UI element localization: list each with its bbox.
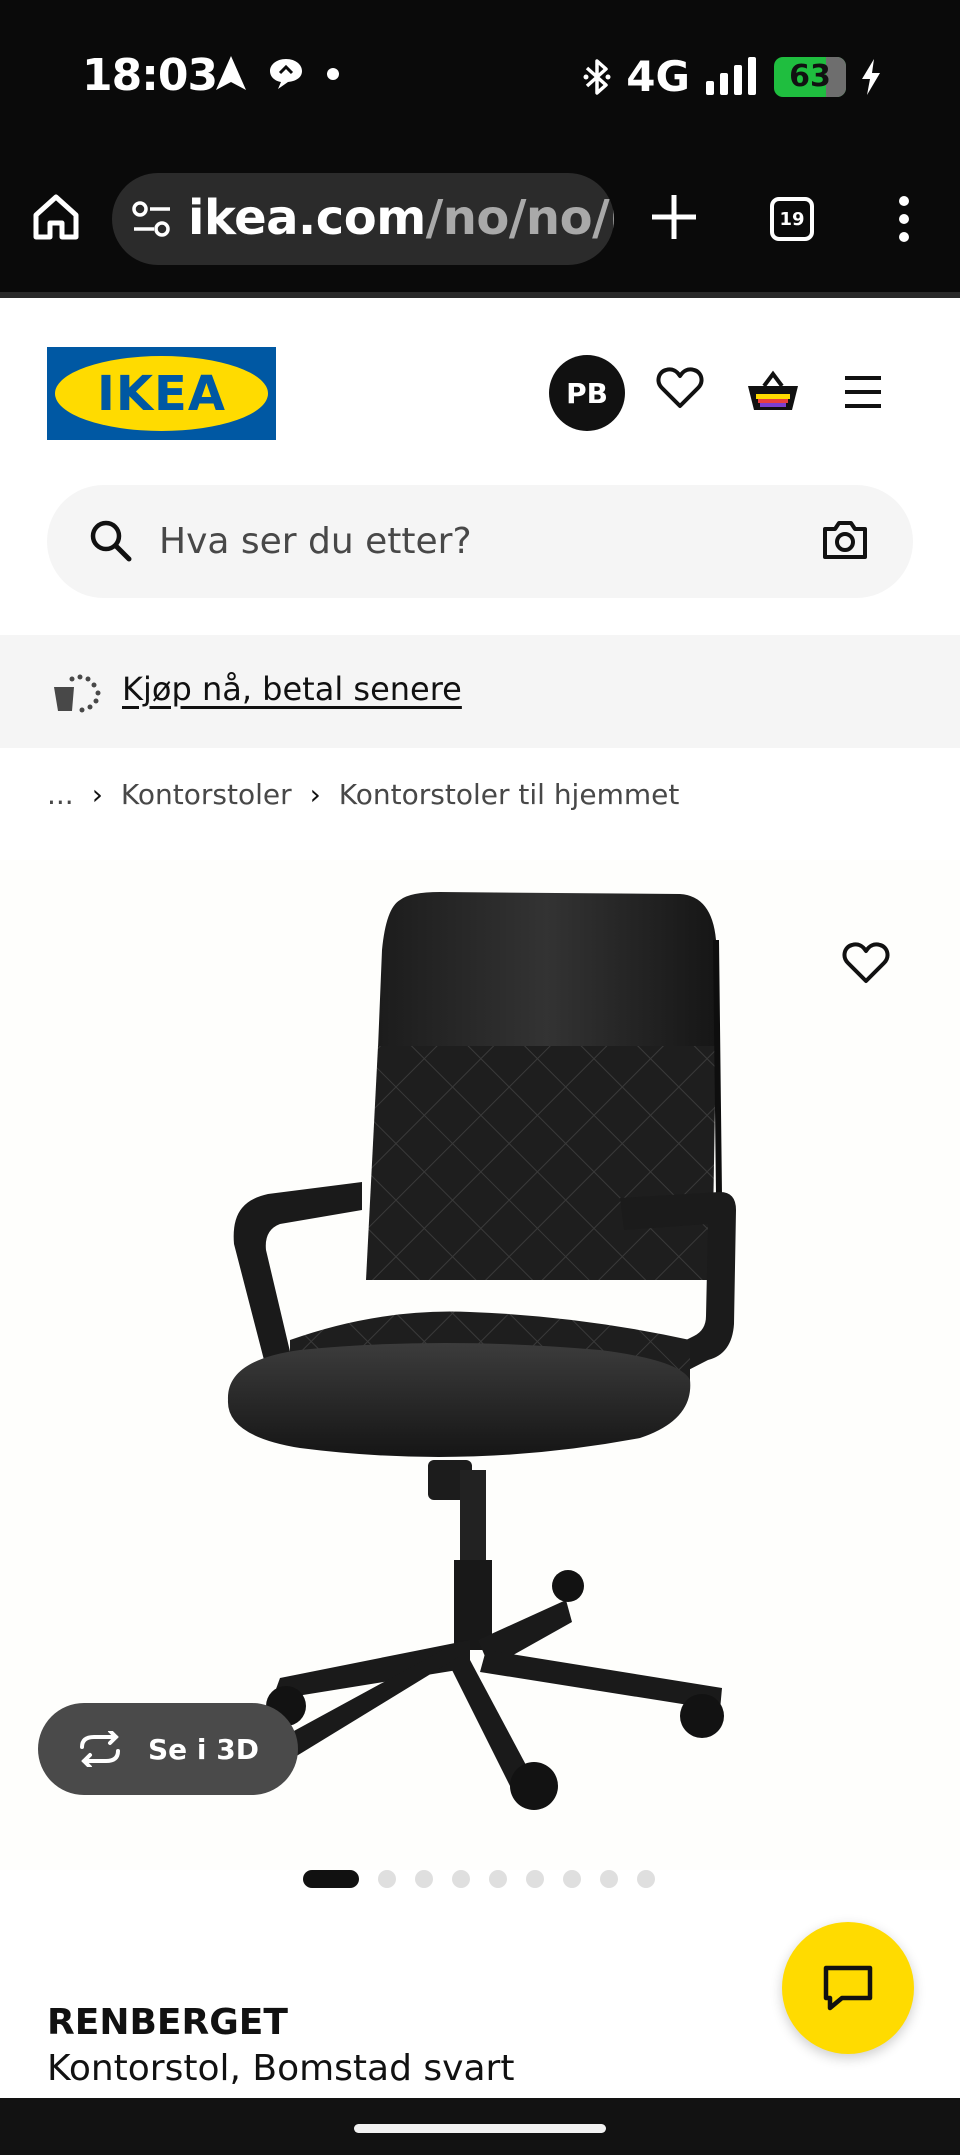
navigation-arrow-icon	[216, 56, 246, 90]
status-right: 4G 63	[582, 52, 882, 101]
chat-bubble-icon	[270, 59, 302, 89]
carousel-dot[interactable]	[526, 1870, 544, 1888]
product-description: Kontorstol, Bomstad svart	[47, 2048, 515, 2089]
ikea-logo[interactable]: IKEA	[47, 347, 276, 440]
network-type: 4G	[626, 52, 690, 101]
carousel-dot-active[interactable]	[303, 1870, 359, 1888]
pay-later-link[interactable]: Kjøp nå, betal senere	[122, 670, 462, 708]
breadcrumb-item-office-chairs[interactable]: Kontorstoler	[121, 778, 292, 811]
status-time: 18:03	[82, 50, 218, 101]
chevron-right-icon: ›	[309, 778, 321, 811]
url-domain: ikea.com	[188, 190, 426, 246]
chat-icon	[823, 1965, 873, 2011]
battery-indicator: 63	[774, 56, 846, 97]
chat-button[interactable]	[782, 1922, 914, 2054]
rotate-3d-icon	[80, 1731, 120, 1767]
carousel-dot[interactable]	[378, 1870, 396, 1888]
toolbar-divider	[0, 292, 960, 298]
search-input[interactable]	[159, 505, 759, 577]
site-settings-icon[interactable]	[130, 197, 174, 241]
carousel-dot[interactable]	[600, 1870, 618, 1888]
see-in-3d-label: Se i 3D	[148, 1732, 259, 1766]
breadcrumb-item-home-office-chairs[interactable]: Kontorstoler til hjemmet	[339, 778, 680, 811]
promo-banner: Kjøp nå, betal senere	[0, 635, 960, 748]
profile-avatar-button[interactable]: PB	[549, 355, 625, 431]
carousel-dot[interactable]	[415, 1870, 433, 1888]
product-name: RENBERGET	[47, 2002, 288, 2043]
url-path: /no/no/p/	[425, 190, 614, 246]
logo-text: IKEA	[97, 365, 226, 422]
new-tab-icon[interactable]	[648, 191, 700, 243]
carousel-dot[interactable]	[563, 1870, 581, 1888]
signal-icon	[706, 56, 756, 95]
charging-icon	[862, 58, 880, 95]
shopping-basket-icon[interactable]	[746, 370, 800, 414]
search-icon	[90, 520, 132, 562]
breadcrumb-ellipsis[interactable]: ...	[47, 778, 74, 811]
dot-icon	[327, 68, 339, 80]
more-vert-icon[interactable]	[890, 193, 918, 245]
camera-search-icon[interactable]	[821, 519, 869, 561]
home-icon[interactable]	[28, 189, 84, 245]
system-navigation-bar	[0, 2098, 960, 2155]
carousel-dot[interactable]	[452, 1870, 470, 1888]
status-notifications	[216, 56, 340, 92]
favourites-heart-icon[interactable]	[656, 366, 704, 410]
battery-level: 63	[789, 59, 831, 94]
browser-toolbar: ikea.com/no/no/p/ 19	[0, 155, 960, 295]
carousel-dot[interactable]	[489, 1870, 507, 1888]
chevron-right-icon: ›	[91, 778, 103, 811]
home-gesture-handle[interactable]	[354, 2124, 606, 2133]
image-carousel-dots	[303, 1870, 655, 1888]
search-bar[interactable]	[47, 485, 913, 598]
address-bar[interactable]: ikea.com/no/no/p/	[112, 173, 614, 265]
tab-switcher-button[interactable]: 19	[770, 197, 814, 241]
bluetooth-icon	[583, 58, 611, 95]
hamburger-menu-icon[interactable]	[843, 374, 883, 410]
carousel-dot[interactable]	[637, 1870, 655, 1888]
add-to-favourites-heart-icon[interactable]	[842, 941, 890, 985]
see-in-3d-button[interactable]: Se i 3D	[38, 1703, 298, 1795]
pay-later-icon	[54, 674, 101, 713]
status-bar: 18:03 4G 63	[0, 0, 960, 155]
url-text[interactable]: ikea.com/no/no/p/	[188, 190, 614, 246]
breadcrumb: ... › Kontorstoler › Kontorstoler til hj…	[47, 778, 679, 811]
